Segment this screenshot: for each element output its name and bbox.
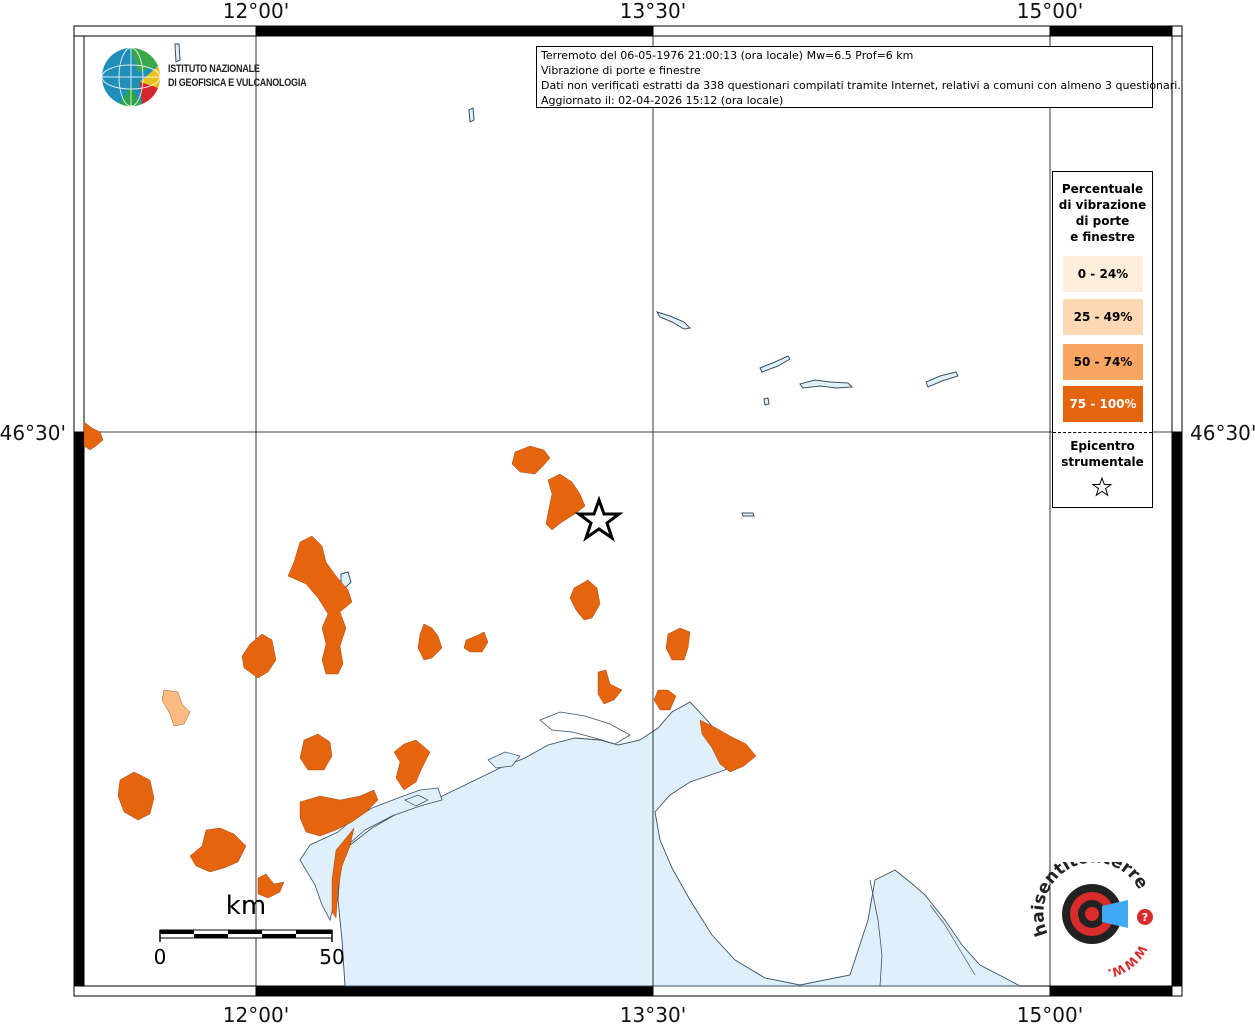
ingv-logo: ISTITUTO NAZIONALE DI GEOFISICA E VULCAN… <box>100 46 320 112</box>
lon-label-top: 15°00' <box>1017 0 1083 23</box>
lon-label-top: 13°30' <box>620 0 686 23</box>
logo-text: ISTITUTO NAZIONALE DI GEOFISICA E VULCAN… <box>168 63 307 89</box>
event-title: Terremoto del 06-05-1976 21:00:13 (ora l… <box>541 49 914 62</box>
legend-epicenter-label: Epicentro strumentale <box>1061 439 1144 469</box>
legend-title: Percentuale di vibrazione di porte e fin… <box>1058 182 1147 244</box>
event-note: Dati non verificati estratti da 338 ques… <box>541 79 1181 92</box>
svg-text:WWW.: WWW. <box>1106 943 1149 981</box>
scale-end: 50 <box>319 945 344 969</box>
svg-text:?: ? <box>1142 911 1148 924</box>
lat-label-left: 46°30' <box>0 421 66 445</box>
haisentito-badge[interactable]: haisentitoilterremoto.it WWW. ? <box>1021 847 1160 982</box>
lon-label-top: 12°00' <box>223 0 289 23</box>
lon-label-bottom: 12°00' <box>223 1003 289 1024</box>
lon-label-bottom: 15°00' <box>1017 1003 1083 1024</box>
scale-start: 0 <box>154 945 167 969</box>
lat-label-right: 46°30' <box>1190 421 1255 445</box>
legend-star-icon <box>1091 476 1113 497</box>
legend-class-25-49: 25 - 49% <box>1063 299 1143 335</box>
event-info-box: Terremoto del 06-05-1976 21:00:13 (ora l… <box>536 46 1181 108</box>
legend-divider <box>1053 432 1152 433</box>
legend-class-50-74: 50 - 74% <box>1063 344 1143 380</box>
event-subtitle: Vibrazione di porte e finestre <box>541 64 701 77</box>
event-updated: Aggiornato il: 02-04-2026 15:12 (ora loc… <box>541 94 784 107</box>
lon-label-bottom: 13°30' <box>620 1003 686 1024</box>
haisentito-logo-icon: haisentitoilterremoto.it WWW. ? <box>1021 847 1153 981</box>
legend: Percentuale di vibrazione di porte e fin… <box>1052 171 1153 508</box>
legend-class-75-100: 75 - 100% <box>1063 386 1143 422</box>
badge-url: WWW. <box>1106 943 1149 981</box>
globe-icon <box>101 47 161 107</box>
legend-class-0-24: 0 - 24% <box>1063 256 1143 292</box>
scale-unit: km <box>226 891 266 921</box>
